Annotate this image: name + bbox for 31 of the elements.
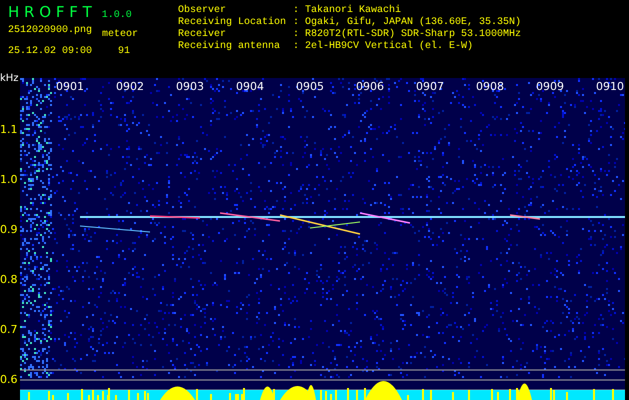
info-value: : R820T2(RTL-SDR) SDR-Sharp 53.1000MHz <box>293 29 522 40</box>
frequency-label: 0.6 <box>0 373 18 386</box>
file-name: 2512020900.png <box>8 25 92 36</box>
time-label: 0906 <box>356 80 384 93</box>
time-label: 0902 <box>116 80 144 93</box>
time-label: 0907 <box>416 80 444 93</box>
axis-unit: kHz <box>0 73 19 84</box>
info-label: Observer <box>178 5 228 16</box>
time-label: 0903 <box>176 80 204 93</box>
time-label: 0904 <box>236 80 264 93</box>
app-title: H R O F F T <box>8 3 92 21</box>
time-label: 0905 <box>296 80 324 93</box>
info-label: Receiving antenna <box>178 41 282 53</box>
time-label: 0901 <box>56 80 84 93</box>
info-label: Receiving Location <box>178 17 288 28</box>
info-value: : Ogaki, Gifu, JAPAN (136.60E, 35.35N) <box>293 17 522 28</box>
app-version: 1.0.0 <box>102 10 132 21</box>
info-value: : 2el-HB9CV Vertical (el. E-W) <box>293 41 474 53</box>
frequency-label: 1.0 <box>0 173 18 186</box>
file-datetime: 25.12.02 09:00 <box>8 46 92 57</box>
time-label: 0910 <box>596 80 624 93</box>
frequency-label: 0.9 <box>0 223 18 236</box>
frequency-label: 0.8 <box>0 273 18 286</box>
frequency-label: 0.7 <box>0 323 18 336</box>
info-label: Receiver <box>178 29 228 40</box>
meteor-count-value: 91 <box>118 46 132 57</box>
time-label: 0908 <box>476 80 504 93</box>
info-value: : Takanori Kawachi <box>293 5 402 16</box>
frequency-label: 1.1 <box>0 123 18 136</box>
time-label: 0909 <box>536 80 564 93</box>
meteor-count-label: meteor <box>102 29 138 40</box>
